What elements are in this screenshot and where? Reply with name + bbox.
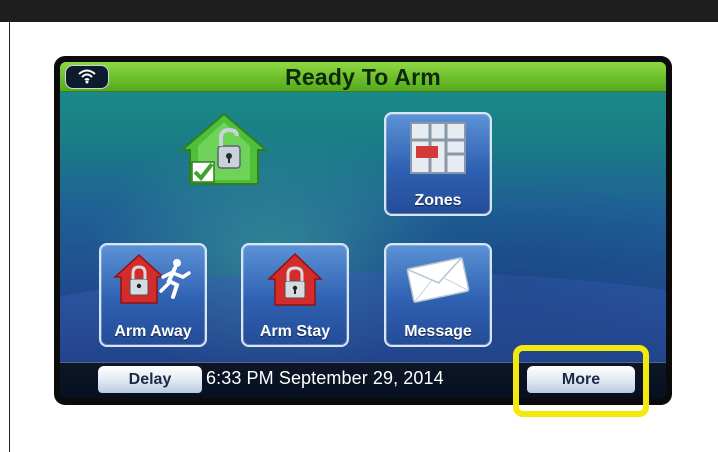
envelope-icon — [406, 257, 470, 303]
zones-button[interactable]: Zones — [384, 112, 492, 216]
delay-button[interactable]: Delay — [98, 366, 202, 393]
top-black-band — [0, 0, 718, 22]
page-title: Ready To Arm — [285, 64, 441, 90]
message-button[interactable]: Message — [384, 243, 492, 347]
house-lock-runner-icon — [113, 253, 191, 304]
date-time-display: 6:33 PM September 29, 2014 — [206, 368, 444, 388]
status-header: Ready To Arm — [60, 62, 666, 92]
message-label: Message — [404, 323, 472, 340]
house-unlocked-check-icon[interactable] — [176, 110, 272, 193]
zones-grid-icon — [410, 122, 466, 174]
arm-away-label: Arm Away — [114, 323, 192, 340]
arm-away-button[interactable]: Arm Away — [99, 243, 207, 347]
more-button-highlight — [513, 345, 649, 417]
frame-left-edge — [9, 22, 10, 452]
arm-stay-button[interactable]: Arm Stay — [241, 243, 349, 347]
arm-stay-label: Arm Stay — [259, 323, 331, 340]
zones-label: Zones — [414, 192, 462, 209]
house-lock-icon — [267, 252, 323, 306]
